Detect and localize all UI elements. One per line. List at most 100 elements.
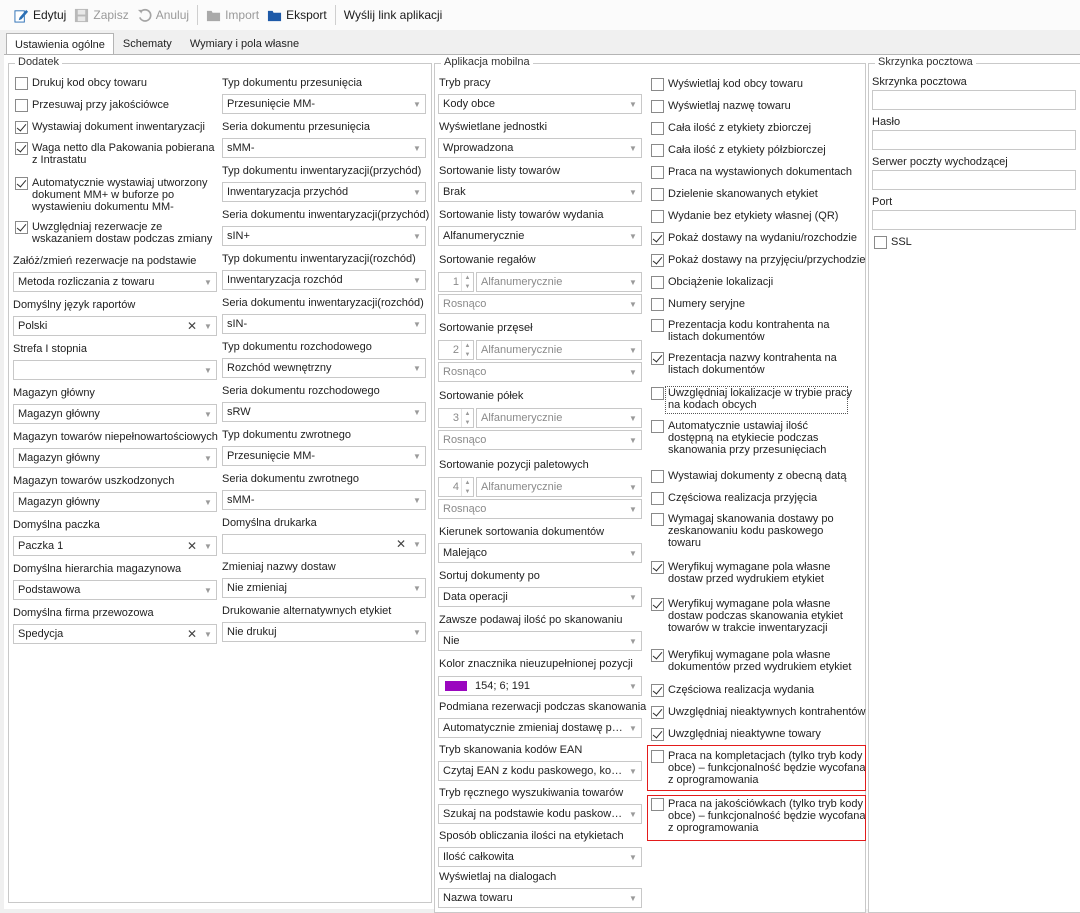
chevron-down-icon[interactable]: ▼	[409, 623, 425, 641]
chevron-down-icon[interactable]: ▼	[625, 889, 641, 907]
send-app-link-button[interactable]: Wyślij link aplikacji	[340, 3, 447, 27]
checkbox-box[interactable]	[651, 728, 664, 741]
checkbox-box[interactable]	[15, 142, 28, 155]
combo-box[interactable]: Magazyn główny ▼	[13, 492, 217, 512]
tab-dimensions-custom-fields[interactable]: Wymiary i pola własne	[181, 33, 308, 54]
tab-schemas[interactable]: Schematy	[114, 33, 181, 54]
chevron-down-icon[interactable]: ▼	[409, 183, 425, 201]
mobile-checkbox[interactable]: Weryfikuj wymagane pola własne dostaw po…	[651, 598, 843, 634]
checkbox-box[interactable]	[651, 166, 664, 179]
combo-box[interactable]: Alfanumerycznie ▼	[476, 272, 642, 292]
combo-box[interactable]: Alfanumerycznie ▼	[476, 408, 642, 428]
combo-box[interactable]: Alfanumerycznie ▼	[476, 340, 642, 360]
combo-box[interactable]: Rosnąco ▼	[438, 362, 642, 382]
checkbox-box[interactable]	[651, 122, 664, 135]
checkbox-box[interactable]	[651, 254, 664, 267]
combo-box[interactable]: sMM- ▼	[222, 138, 426, 158]
chevron-down-icon[interactable]: ▼	[409, 315, 425, 333]
mailbox-text-field[interactable]	[872, 130, 1076, 150]
combo-box[interactable]: Rozchód wewnętrzny ▼	[222, 358, 426, 378]
cancel-button[interactable]: Anuluj	[133, 3, 193, 27]
chevron-down-icon[interactable]: ▼	[625, 632, 641, 650]
combo-box[interactable]: Automatycznie zmieniaj dostawę po... ▼	[438, 718, 642, 738]
number-stepper[interactable]: 1 ▲ ▼	[438, 272, 474, 292]
checkbox-box[interactable]	[874, 236, 887, 249]
chevron-down-icon[interactable]: ▼	[625, 677, 641, 695]
combo-box[interactable]: Ilość całkowita ▼	[438, 847, 642, 867]
combo-box[interactable]: Podstawowa ▼	[13, 580, 217, 600]
mobile-checkbox[interactable]: Automatycznie ustawiaj ilość dostępną na…	[651, 420, 826, 456]
chevron-down-icon[interactable]: ▼	[200, 449, 216, 467]
clear-icon[interactable]: ✕	[184, 625, 200, 643]
checkbox-box[interactable]	[651, 684, 664, 697]
checkbox-box[interactable]	[651, 513, 664, 526]
chevron-down-icon[interactable]: ▼	[625, 227, 641, 245]
mailbox-text-field[interactable]	[872, 90, 1076, 110]
combo-box[interactable]: Alfanumerycznie ▼	[438, 226, 642, 246]
chevron-down-icon[interactable]: ▼	[409, 403, 425, 421]
chevron-down-icon[interactable]: ▼	[409, 447, 425, 465]
save-button[interactable]: Zapisz	[70, 3, 132, 27]
checkbox-box[interactable]	[651, 144, 664, 157]
mobile-checkbox[interactable]: Cała ilość z etykiety półzbiorczej	[651, 144, 826, 157]
color-picker[interactable]: 154; 6; 191 ▼	[438, 676, 642, 696]
checkbox-box[interactable]	[15, 77, 28, 90]
checkbox-box[interactable]	[651, 420, 664, 433]
checkbox-box[interactable]	[651, 232, 664, 245]
mobile-checkbox[interactable]: Częściowa realizacja wydania	[651, 684, 814, 697]
combo-box[interactable]: Nie ▼	[438, 631, 642, 651]
clear-icon[interactable]: ✕	[393, 535, 409, 553]
mobile-checkbox[interactable]: Dzielenie skanowanych etykiet	[651, 188, 818, 201]
chevron-down-icon[interactable]: ▼	[409, 95, 425, 113]
combo-box[interactable]: Przesunięcie MM- ▼	[222, 94, 426, 114]
stepper-buttons[interactable]: ▲ ▼	[461, 409, 473, 427]
mailbox-text-field[interactable]	[872, 170, 1076, 190]
chevron-down-icon[interactable]: ▼	[462, 350, 473, 359]
combo-box[interactable]: Alfanumerycznie ▼	[476, 477, 642, 497]
combo-box[interactable]: Przesunięcie MM- ▼	[222, 446, 426, 466]
chevron-down-icon[interactable]: ▼	[462, 282, 473, 291]
clear-icon[interactable]: ✕	[184, 537, 200, 555]
checkbox-box[interactable]	[651, 352, 664, 365]
chevron-down-icon[interactable]: ▼	[462, 487, 473, 496]
checkbox-box[interactable]	[651, 298, 664, 311]
chevron-down-icon[interactable]: ▼	[409, 535, 425, 553]
combo-box[interactable]: Spedycja ✕ ▼	[13, 624, 217, 644]
addon-checkbox[interactable]: Uwzględniaj rezerwacje ze wskazaniem dos…	[15, 221, 212, 245]
combo-box[interactable]: ▼	[13, 360, 217, 380]
chevron-up-icon[interactable]: ▲	[462, 409, 473, 418]
mobile-checkbox[interactable]: Pokaż dostawy na przyjęciu/przychodzie	[651, 254, 865, 267]
chevron-down-icon[interactable]: ▼	[200, 493, 216, 511]
chevron-down-icon[interactable]: ▼	[625, 295, 641, 313]
mobile-checkbox[interactable]: Wyświetlaj nazwę towaru	[651, 100, 791, 113]
combo-box[interactable]: Magazyn główny ▼	[13, 448, 217, 468]
combo-box[interactable]: Paczka 1 ✕ ▼	[13, 536, 217, 556]
tab-general-settings[interactable]: Ustawienia ogólne	[6, 33, 114, 55]
chevron-down-icon[interactable]: ▼	[409, 271, 425, 289]
addon-checkbox[interactable]: Przesuwaj przy jakościówce	[15, 99, 169, 112]
combo-box[interactable]: sIN- ▼	[222, 314, 426, 334]
chevron-up-icon[interactable]: ▲	[462, 478, 473, 487]
mobile-checkbox[interactable]: Cała ilość z etykiety zbiorczej	[651, 122, 811, 135]
addon-checkbox[interactable]: Drukuj kod obcy towaru	[15, 77, 147, 90]
combo-box[interactable]: Kody obce ▼	[438, 94, 642, 114]
checkbox-box[interactable]	[651, 598, 664, 611]
mobile-checkbox[interactable]: Uwzględniaj nieaktywnych kontrahentów	[651, 706, 866, 719]
combo-box[interactable]: Inwentaryzacja przychód ▼	[222, 182, 426, 202]
combo-box[interactable]: Szukaj na podstawie kodu paskowe... ▼	[438, 804, 642, 824]
mobile-checkbox[interactable]: Numery seryjne	[651, 298, 745, 311]
checkbox-box[interactable]	[651, 100, 664, 113]
chevron-down-icon[interactable]: ▼	[409, 579, 425, 597]
chevron-down-icon[interactable]: ▼	[625, 719, 641, 737]
mobile-checkbox[interactable]: Praca na wystawionych dokumentach	[651, 166, 852, 179]
combo-box[interactable]: Inwentaryzacja rozchód ▼	[222, 270, 426, 290]
export-button[interactable]: Eksport	[263, 3, 331, 27]
chevron-down-icon[interactable]: ▼	[625, 500, 641, 518]
checkbox-box[interactable]	[651, 492, 664, 505]
combo-box[interactable]: Rosnąco ▼	[438, 499, 642, 519]
combo-box[interactable]: Magazyn główny ▼	[13, 404, 217, 424]
mobile-checkbox[interactable]: Weryfikuj wymagane pola własne dokumentó…	[651, 649, 851, 673]
number-stepper[interactable]: 2 ▲ ▼	[438, 340, 474, 360]
combo-box[interactable]: sRW ▼	[222, 402, 426, 422]
checkbox-box[interactable]	[651, 387, 664, 400]
